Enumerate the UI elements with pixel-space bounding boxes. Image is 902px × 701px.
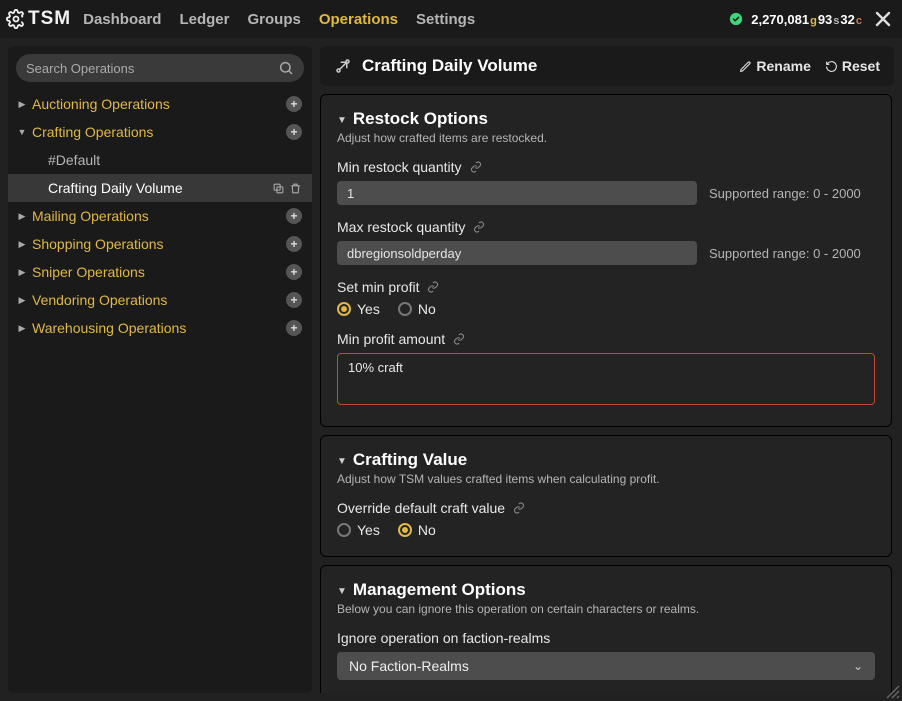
silver-amount: 93 [818,12,832,27]
ignore-faction-realms-select[interactable]: No Faction-Realms ⌄ [337,652,875,680]
reset-icon [825,60,838,73]
caret-down-icon: ▼ [16,127,28,137]
caret-right-icon: ▶ [16,211,28,222]
nav-ledger[interactable]: Ledger [179,11,229,28]
caret-right-icon: ▶ [16,99,28,110]
link-icon[interactable] [513,502,525,514]
app-name: TSM [28,8,71,30]
logo: TSM [6,8,71,30]
link-icon[interactable] [473,221,485,233]
radio-no[interactable]: No [398,301,436,317]
status-ok-icon [729,12,743,26]
add-icon[interactable]: + [286,96,302,112]
min-restock-hint: Supported range: 0 - 2000 [709,186,861,201]
min-restock-input[interactable] [337,181,697,205]
sidebar-item-sniper[interactable]: ▶ Sniper Operations + [8,258,312,286]
ignore-faction-realms-label: Ignore operation on faction-realms [337,630,875,646]
sidebar-item-mailing[interactable]: ▶ Mailing Operations + [8,202,312,230]
radio-dot-icon [337,302,351,316]
caret-right-icon: ▶ [16,295,28,306]
sidebar-item-shopping[interactable]: ▶ Shopping Operations + [8,230,312,258]
min-profit-amount-input[interactable] [337,353,875,405]
radio-dot-icon [337,523,351,537]
pencil-icon [739,60,752,73]
radio-yes[interactable]: Yes [337,301,380,317]
panel-restock: ▼ Restock Options Adjust how crafted ite… [320,94,892,427]
trash-icon[interactable] [289,182,302,195]
radio-dot-icon [398,523,412,537]
content-frame: ▶ Auctioning Operations + ▼ Crafting Ope… [0,38,902,701]
max-restock-hint: Supported range: 0 - 2000 [709,246,861,261]
panel-crafting-value-desc: Adjust how TSM values crafted items when… [337,472,875,486]
search-input[interactable] [26,61,278,76]
close-icon [874,10,892,28]
panel-management-header[interactable]: ▼ Management Options [337,580,875,600]
gold-amount: 2,270,081 [751,12,809,27]
sidebar-item-vendoring[interactable]: ▶ Vendoring Operations + [8,286,312,314]
money-display: 2,270,081g 93s 32c [751,12,862,27]
reset-button[interactable]: Reset [825,58,880,74]
nav: Dashboard Ledger Groups Operations Setti… [83,11,475,28]
sidebar-item-crafting[interactable]: ▼ Crafting Operations + [8,118,312,146]
search-operations[interactable] [16,54,304,82]
rename-button[interactable]: Rename [739,58,810,74]
sidebar-child-default[interactable]: #Default [8,146,312,174]
sidebar-item-warehousing[interactable]: ▶ Warehousing Operations + [8,314,312,342]
operation-title: Crafting Daily Volume [362,56,537,76]
caret-right-icon: ▶ [16,323,28,334]
add-icon[interactable]: + [286,124,302,140]
panel-restock-header[interactable]: ▼ Restock Options [337,109,875,129]
resize-handle-icon[interactable] [886,685,900,699]
add-icon[interactable]: + [286,292,302,308]
gear-icon [6,9,26,29]
copy-icon[interactable] [272,182,285,195]
override-craft-value-radio: Yes No [337,522,875,538]
caret-right-icon: ▶ [16,239,28,250]
caret-down-icon: ▼ [337,115,347,126]
panel-crafting-value: ▼ Crafting Value Adjust how TSM values c… [320,435,892,557]
add-icon[interactable]: + [286,208,302,224]
min-restock-label: Min restock quantity [337,159,875,175]
link-icon[interactable] [453,333,465,345]
add-icon[interactable]: + [286,264,302,280]
sidebar-item-auctioning[interactable]: ▶ Auctioning Operations + [8,90,312,118]
panel-restock-desc: Adjust how crafted items are restocked. [337,131,875,145]
sidebar: ▶ Auctioning Operations + ▼ Crafting Ope… [8,46,312,693]
operation-titlebar: Crafting Daily Volume Rename Reset [320,46,894,86]
main-column: Crafting Daily Volume Rename Reset ▼ Res… [320,46,894,693]
nav-dashboard[interactable]: Dashboard [83,11,161,28]
nav-operations[interactable]: Operations [319,11,398,28]
operation-icon [334,57,352,75]
caret-right-icon: ▶ [16,267,28,278]
link-icon[interactable] [470,161,482,173]
caret-down-icon: ▼ [337,456,347,467]
nav-groups[interactable]: Groups [247,11,300,28]
nav-settings[interactable]: Settings [416,11,475,28]
max-restock-input[interactable] [337,241,697,265]
override-craft-value-label: Override default craft value [337,500,875,516]
max-restock-label: Max restock quantity [337,219,875,235]
set-min-profit-label: Set min profit [337,279,875,295]
caret-down-icon: ▼ [337,586,347,597]
min-profit-amount-label: Min profit amount [337,331,875,347]
chevron-down-icon: ⌄ [853,659,863,673]
radio-dot-icon [398,302,412,316]
copper-amount: 32 [840,12,854,27]
operations-tree: ▶ Auctioning Operations + ▼ Crafting Ope… [8,90,312,342]
close-button[interactable] [874,10,892,28]
panel-crafting-value-header[interactable]: ▼ Crafting Value [337,450,875,470]
panels-scroll[interactable]: ▼ Restock Options Adjust how crafted ite… [320,94,894,693]
add-icon[interactable]: + [286,236,302,252]
radio-yes[interactable]: Yes [337,522,380,538]
add-icon[interactable]: + [286,320,302,336]
set-min-profit-radio: Yes No [337,301,875,317]
panel-management: ▼ Management Options Below you can ignor… [320,565,892,693]
search-icon [278,60,294,76]
topbar: TSM Dashboard Ledger Groups Operations S… [0,0,902,38]
radio-no[interactable]: No [398,522,436,538]
link-icon[interactable] [427,281,439,293]
sidebar-child-crafting-daily-volume[interactable]: Crafting Daily Volume [8,174,312,202]
panel-management-desc: Below you can ignore this operation on c… [337,602,875,616]
